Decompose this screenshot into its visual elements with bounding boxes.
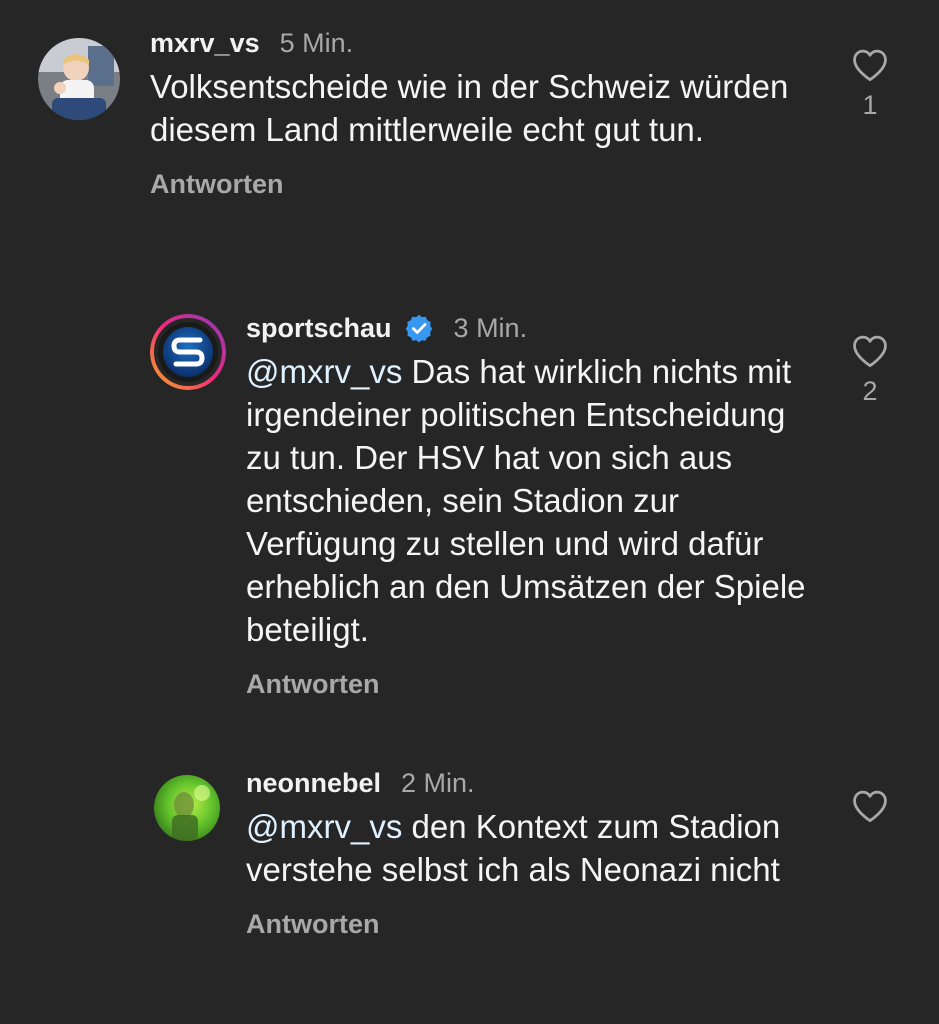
like-area: 2 [850, 334, 890, 407]
avatar-neonnebel[interactable] [154, 775, 220, 841]
heart-outline-icon[interactable] [851, 789, 889, 823]
like-area [850, 789, 890, 831]
sportschau-logo [150, 314, 226, 390]
comment-text: @mxrv_vs den Kontext zum Stadion versteh… [246, 805, 816, 891]
heart-outline-icon[interactable] [851, 334, 889, 368]
comment-text: Volksentscheide wie in der Schweiz würde… [150, 65, 800, 151]
comment-sportschau: sportschau 3 Min. @mxrv_vs Das hat wirkl… [0, 300, 939, 720]
username[interactable]: neonnebel [246, 765, 381, 801]
timestamp: 3 Min. [453, 313, 528, 343]
like-count: 1 [862, 90, 878, 120]
timestamp: 2 Min. [401, 768, 475, 798]
mention-link[interactable]: @mxrv_vs [246, 808, 402, 845]
avatar-mxrv-vs[interactable] [38, 38, 120, 120]
reply-button[interactable]: Antworten [246, 669, 379, 699]
mention-link[interactable]: @mxrv_vs [246, 353, 402, 390]
reply-button[interactable]: Antworten [150, 169, 283, 199]
username[interactable]: sportschau [246, 310, 392, 346]
username[interactable]: mxrv_vs [150, 25, 260, 61]
like-count: 2 [862, 376, 878, 406]
comment-text: @mxrv_vs Das hat wirklich nichts mit irg… [246, 350, 816, 651]
comment-text-body: Volksentscheide wie in der Schweiz würde… [150, 68, 789, 148]
comment-mxrv-vs: mxrv_vs 5 Min. Volksentscheide wie in de… [0, 0, 939, 270]
like-area: 1 [850, 48, 890, 121]
verified-badge-icon [404, 313, 434, 343]
avatar-photo [154, 775, 220, 841]
comment-text-body: Das hat wirklich nichts mit irgendeiner … [246, 353, 806, 648]
reply-button[interactable]: Antworten [246, 909, 379, 939]
heart-outline-icon[interactable] [851, 48, 889, 82]
avatar-sportschau[interactable] [150, 314, 226, 390]
comment-neonnebel: neonnebel 2 Min. @mxrv_vs den Kontext zu… [0, 755, 939, 1024]
timestamp: 5 Min. [279, 28, 354, 58]
avatar-photo [38, 38, 120, 120]
